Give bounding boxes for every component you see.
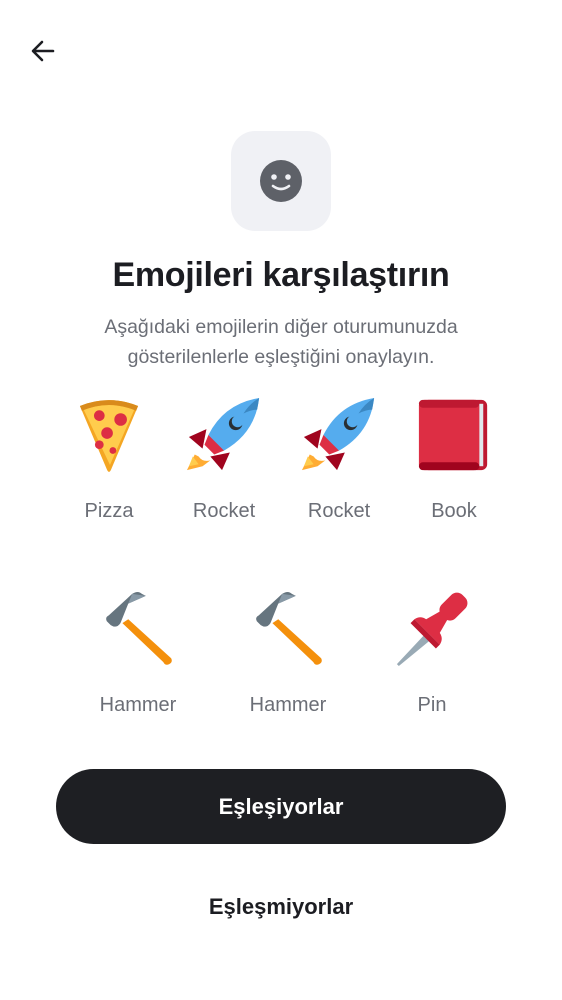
emoji-item: Pizza — [49, 396, 169, 523]
emoji-label: Rocket — [307, 500, 371, 522]
arrow-left-icon — [31, 40, 55, 62]
emoji-row-2: Hammer Hammer Pin — [0, 590, 562, 730]
emoji-label: Pizza — [84, 500, 134, 522]
emoji-label: Hammer — [99, 694, 177, 716]
back-button[interactable] — [24, 32, 62, 70]
emoji-item: Hammer — [78, 590, 198, 717]
no-match-button[interactable]: Eşleşmiyorlar — [56, 880, 506, 934]
smiley-face-icon — [260, 160, 302, 202]
rocket-icon — [185, 396, 263, 474]
pin-icon — [393, 590, 471, 668]
hammer-icon — [99, 590, 177, 668]
match-button[interactable]: Eşleşiyorlar — [56, 769, 506, 844]
emoji-row-1: Pizza Rocket Rocket Book — [0, 396, 562, 536]
emoji-label: Book — [431, 500, 477, 522]
book-icon — [415, 396, 493, 474]
page-subtitle: Aşağıdaki emojilerin diğer oturumunuzda … — [104, 316, 458, 368]
emoji-item: Rocket — [164, 396, 284, 523]
emoji-label: Hammer — [249, 694, 327, 716]
emoji-item: Book — [394, 396, 514, 523]
emoji-item: Rocket — [279, 396, 399, 523]
emoji-label: Rocket — [192, 500, 256, 522]
emoji-item: Pin — [372, 590, 492, 717]
emoji-item: Hammer — [228, 590, 348, 717]
page-title: Emojileri karşılaştırın — [112, 256, 450, 294]
hammer-icon — [249, 590, 327, 668]
header-icon-container — [231, 131, 331, 231]
rocket-icon — [300, 396, 378, 474]
pizza-icon — [78, 396, 140, 474]
emoji-label: Pin — [417, 694, 447, 716]
